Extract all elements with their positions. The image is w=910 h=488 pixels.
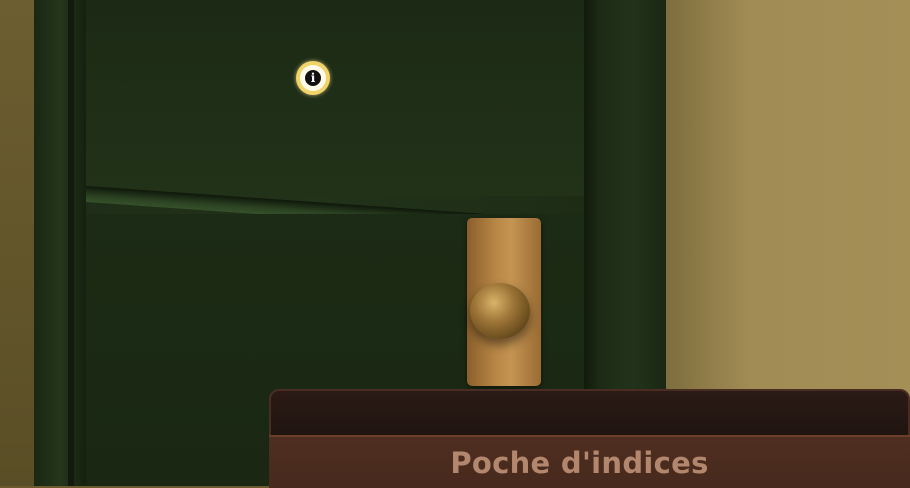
clue-pocket-tray[interactable] [269,389,910,441]
door-frame-left [34,0,86,486]
wall-left [0,0,34,486]
info-hotspot-ring: i [300,65,326,91]
info-icon: i [305,70,321,86]
info-hotspot-button[interactable]: i [296,61,330,95]
clue-pocket-panel[interactable]: Poche d'indices [269,389,910,488]
clue-pocket-title: Poche d'indices [450,445,709,480]
clue-pocket-header[interactable]: Poche d'indices [269,435,910,488]
door-knob[interactable] [470,283,530,339]
door-panel-top [86,0,584,196]
